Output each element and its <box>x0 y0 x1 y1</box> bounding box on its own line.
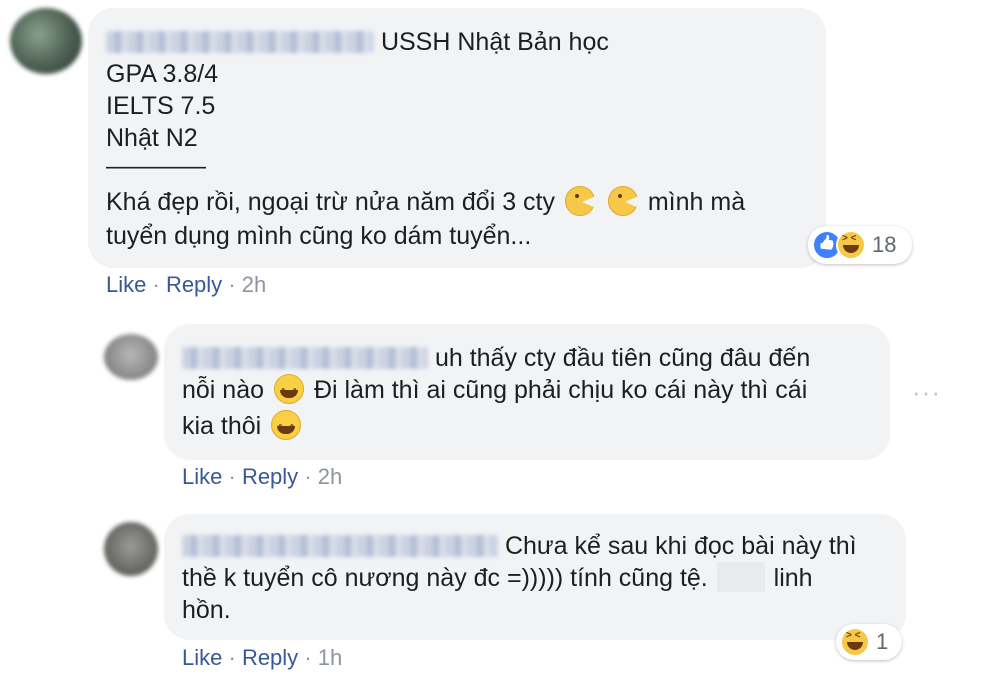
timestamp[interactable]: 2h <box>318 464 342 489</box>
like-link[interactable]: Like <box>106 272 146 297</box>
comment-line: Chưa kể sau khi đọc bài này thì <box>182 530 857 562</box>
laughing-emoji-icon <box>273 374 304 409</box>
comment-line: GPA 3.8/4 <box>106 60 219 88</box>
reactions-summary[interactable]: 18 <box>808 226 912 264</box>
reactions-summary[interactable]: 1 <box>836 624 902 660</box>
comment-line: kia thôi <box>182 410 304 445</box>
like-link[interactable]: Like <box>182 464 222 489</box>
comment-line: IELTS 7.5 <box>106 92 216 120</box>
commenter-name-blurred[interactable] <box>106 31 374 53</box>
reaction-count: 18 <box>872 232 897 257</box>
timestamp[interactable]: 1h <box>318 645 342 670</box>
haha-reaction-icon <box>840 627 870 657</box>
comment-line: nỗi nào Đi làm thì ai cũng phải chịu ko … <box>182 374 807 409</box>
reaction-count: 1 <box>876 629 889 654</box>
comment-actions: Like · Reply · 2h <box>106 272 267 297</box>
comment-line: uh thấy cty đầu tiên cũng đâu đến <box>182 342 810 374</box>
avatar[interactable] <box>104 334 158 380</box>
comment-line: thề k tuyển cô nương này đc =))))) tính … <box>182 562 813 592</box>
reply-link[interactable]: Reply <box>242 645 298 670</box>
comment-line: Khá đẹp rồi, ngoại trừ nửa năm đổi 3 cty… <box>106 186 746 216</box>
pacman-emoji-icon <box>564 186 596 216</box>
reply-link[interactable]: Reply <box>242 464 298 489</box>
comment-line: USSH Nhật Bản học <box>106 26 609 58</box>
comment-line: tuyển dụng mình cũng ko dám tuyển... <box>106 222 532 250</box>
comment-line: ———— <box>106 152 206 180</box>
like-link[interactable]: Like <box>182 645 222 670</box>
laughing-emoji-icon <box>271 410 302 445</box>
commenter-name-blurred[interactable] <box>182 347 428 369</box>
redacted-block <box>716 562 765 592</box>
more-options-icon[interactable]: ··· <box>912 379 941 405</box>
avatar[interactable] <box>104 522 158 576</box>
comment-actions: Like · Reply · 2h <box>182 464 343 489</box>
haha-reaction-icon <box>836 230 866 260</box>
reply-link[interactable]: Reply <box>166 272 222 297</box>
pacman-emoji-icon <box>607 186 639 216</box>
comment-line: hồn. <box>182 596 231 624</box>
avatar[interactable] <box>10 8 82 74</box>
commenter-name-blurred[interactable] <box>182 535 498 557</box>
timestamp[interactable]: 2h <box>242 272 266 297</box>
comment-actions: Like · Reply · 1h <box>182 645 343 670</box>
